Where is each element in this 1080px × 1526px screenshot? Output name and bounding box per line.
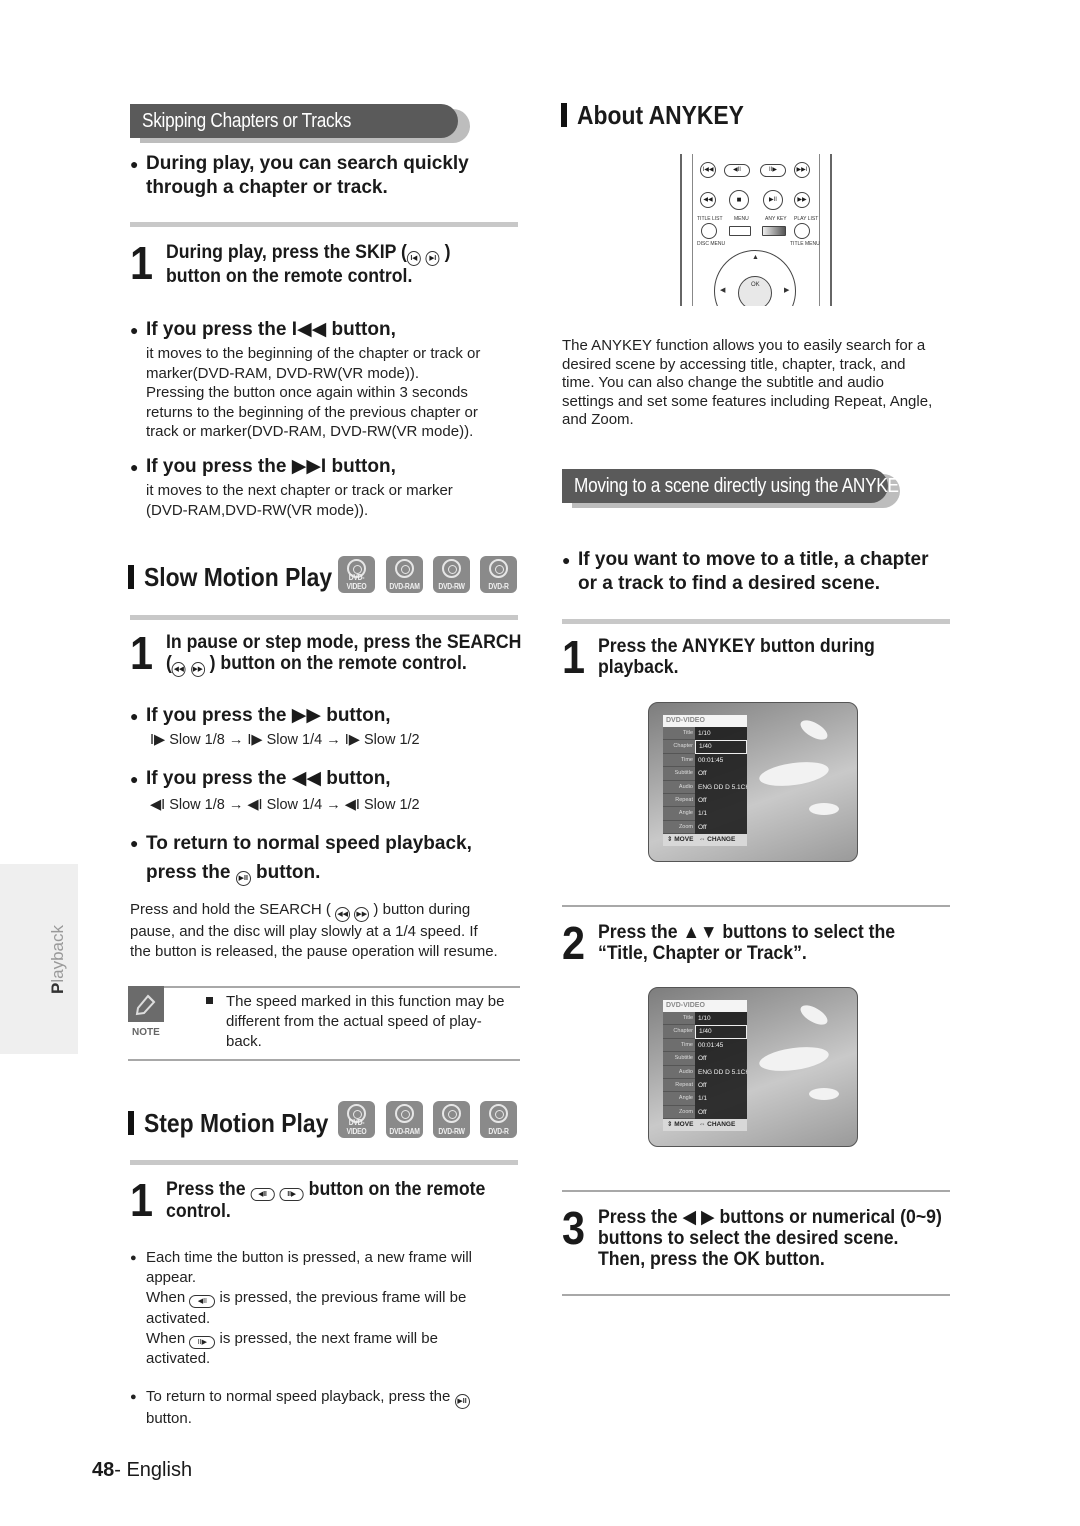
step-forward-button-icon: II▶ (760, 164, 786, 177)
divider (562, 1190, 950, 1192)
disc-dvd-rw-icon: DVD-RW (433, 1101, 470, 1138)
skip-next-heading: ● If you press the ▶▶I button, (130, 456, 396, 477)
play-pause-icon: ▶II (235, 871, 251, 886)
slow-return-heading: ● To return to normal speed playback, pr… (130, 829, 472, 887)
note-label: NOTE (132, 1027, 160, 1038)
ok-button-icon (738, 276, 772, 306)
anykey-bullet: ● If you want to move to a title, a chap… (562, 549, 929, 594)
slow-ff-sequence: I▶ Slow 1/8 → I▶ Slow 1/4 → I▶ Slow 1/2 (150, 732, 420, 748)
step-forward-icon: II▶ (279, 1188, 304, 1201)
play-pause-button-icon: ▶II (763, 190, 783, 210)
note-pencil-icon (128, 986, 164, 1022)
skip-prev-glyph: I◀◀ (291, 319, 327, 340)
skip-next-desc: it moves to the next chapter or track or… (146, 482, 453, 519)
note-bullet-icon (206, 997, 213, 1004)
divider (130, 615, 518, 620)
note-top-rule (128, 986, 520, 988)
divider (130, 222, 518, 227)
about-anykey-title: About ANYKEY (561, 100, 767, 130)
search-rewind-icon: ◀◀ (171, 662, 186, 677)
page-number: 48 (92, 1459, 115, 1481)
skip-prev-heading: ● If you press the I◀◀ button, (130, 319, 396, 340)
divider (130, 1160, 518, 1165)
slow-hold-text: Press and hold the SEARCH ( ◀◀ ▶▶ ) butt… (130, 901, 498, 960)
divider (562, 1294, 950, 1296)
play-pause-icon: ▶II (454, 1394, 470, 1409)
step-motion-title: Step Motion Play (128, 1108, 353, 1138)
skip-next-icon: ▶I (425, 251, 440, 266)
disc-dvd-r-icon: DVD-R (480, 1101, 517, 1138)
anykey-intro: The ANYKEY function allows you to easily… (562, 337, 933, 428)
page-footer: 48- English (92, 1459, 193, 1481)
skipping-intro: ● During play, you can search quickly th… (130, 153, 469, 198)
disc-dvd-r-icon: DVD-R (480, 556, 517, 593)
menu-button-icon (729, 226, 751, 236)
search-rewind-icon: ◀◀ (335, 907, 351, 922)
divider (562, 619, 950, 624)
left-arrow-icon: ◀ (720, 287, 726, 294)
anykey-osd-menu: DVD-VIDEO Title 1/10 Chapter 1/40 Time 00:0… (663, 1000, 747, 1132)
slow-motion-title: Slow Motion Play (128, 562, 358, 592)
anykey-button-icon (762, 226, 786, 236)
stop-button-icon: ■ (729, 190, 749, 210)
tab-label: Moving to a scene directly using the ANY… (574, 475, 910, 497)
step-forward-icon: II▶ (189, 1335, 216, 1349)
section-tab-skipping: Skipping Chapters or Tracks (130, 104, 470, 143)
disc-dvd-video-icon: DVD-VIDEO (338, 1101, 375, 1138)
disc-dvd-rw-icon: DVD-RW (433, 556, 470, 593)
step-back-icon: ◀II (189, 1295, 216, 1309)
section-tab-moving-scene: Moving to a scene directly using the ANY… (562, 469, 910, 508)
divider (562, 905, 950, 907)
skip-next-glyph: ▶▶I (291, 456, 327, 477)
slow-rw-heading: ● If you press the ◀◀ button, (130, 768, 391, 789)
title-list-button-icon (701, 223, 717, 239)
disc-dvd-ram-icon: DVD-RAM (386, 1101, 423, 1138)
skip-prev-icon: I◀ (406, 251, 421, 266)
slow-rw-sequence: ◀I Slow 1/8 → ◀I Slow 1/4 → ◀I Slow 1/2 (150, 797, 420, 813)
up-arrow-icon: ▲ (752, 254, 759, 261)
side-tab-playback: Playback (0, 864, 78, 1054)
right-arrow-icon: ▶ (784, 287, 790, 294)
forward-button-icon: ▶▶ (794, 192, 810, 208)
step-back-button-icon: ◀II (724, 164, 750, 177)
note-text: The speed marked in this function may be… (226, 993, 505, 1050)
note-bottom-rule (128, 1059, 520, 1061)
anykey-osd-menu: DVD-VIDEO Title 1/10 Chapter 1/40 Time 00:0… (663, 715, 747, 847)
skip-prev-button-icon: I◀◀ (700, 162, 716, 178)
step-bullet-1: ● Each time the button is pressed, a new… (130, 1249, 472, 1368)
play-list-button-icon (794, 223, 810, 239)
step-bullet-2: ● To return to normal speed playback, pr… (130, 1387, 470, 1429)
disc-dvd-ram-icon: DVD-RAM (386, 556, 423, 593)
skip-prev-desc: it moves to the beginning of the chapter… (146, 345, 481, 441)
disc-dvd-video-icon: DVD-VIDEO (338, 556, 375, 593)
remote-control-illustration: I◀◀ ◀II II▶ ▶▶I ◀◀ ■ ▶II ▶▶ TITLE LIST M… (678, 154, 834, 306)
osd-screen-2: DVD-VIDEO Title 1/10 Chapter 1/40 Time 00:0… (648, 987, 858, 1147)
step-back-icon: ◀II (250, 1188, 275, 1201)
tab-label: Skipping Chapters or Tracks (142, 110, 352, 132)
search-forward-icon: ▶▶ (190, 662, 205, 677)
rewind-button-icon: ◀◀ (700, 192, 716, 208)
slow-ff-heading: ● If you press the ▶▶ button, (130, 705, 391, 726)
search-forward-icon: ▶▶ (354, 907, 370, 922)
osd-screen-1: DVD-VIDEO Title 1/10 Chapter 1/40 Time 00:0… (648, 702, 858, 862)
skip-next-button-icon: ▶▶I (794, 162, 810, 178)
